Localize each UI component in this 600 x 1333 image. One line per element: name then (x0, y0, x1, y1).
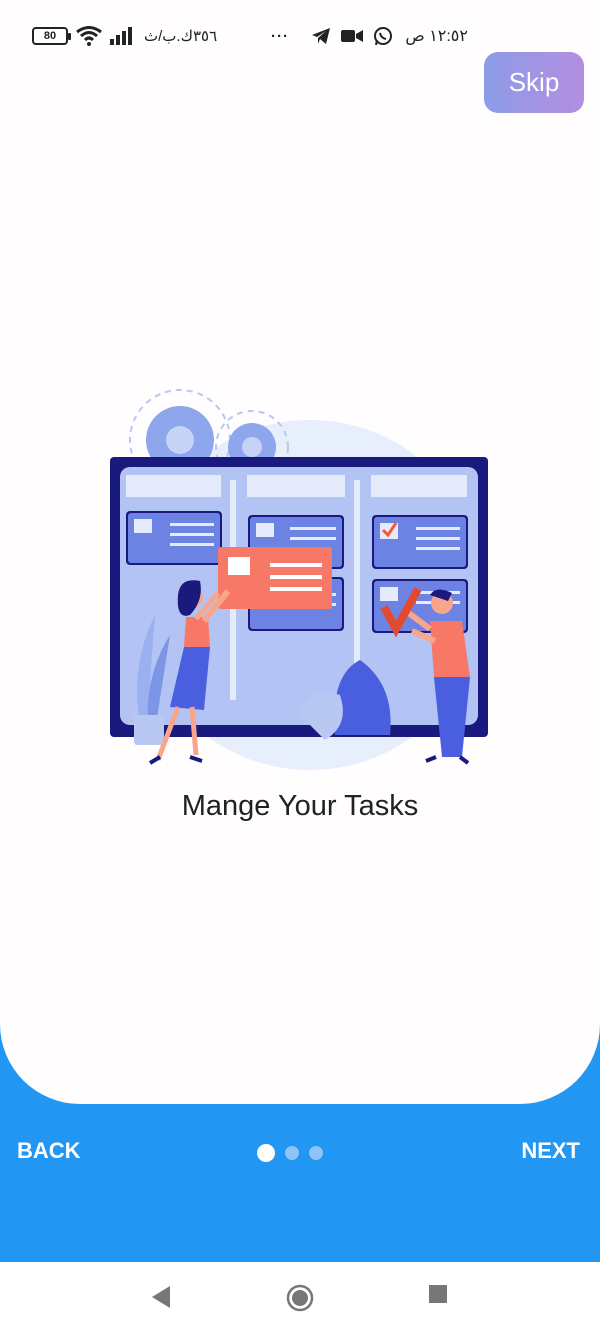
page-indicator (257, 1144, 323, 1162)
status-left-group: 80 ٣٥٦ك.ب/ث (32, 22, 217, 50)
whatsapp-icon (374, 27, 392, 46)
network-speed: ٣٥٦ك.ب/ث (144, 28, 218, 45)
system-nav-bar (0, 1262, 600, 1333)
back-triangle-icon[interactable] (150, 1284, 172, 1310)
page-dot-2[interactable] (285, 1146, 299, 1160)
more-indicator: ··· (271, 27, 289, 45)
wifi-icon (76, 26, 102, 46)
page-dot-3[interactable] (309, 1146, 323, 1160)
task-board-illustration (110, 389, 488, 770)
back-button[interactable]: BACK (17, 1138, 81, 1164)
battery-icon: 80 (32, 27, 71, 45)
next-button[interactable]: NEXT (521, 1138, 580, 1164)
telegram-icon (312, 28, 330, 44)
page-title: Mange Your Tasks (181, 790, 419, 822)
signal-icon (110, 27, 132, 45)
clock: ١٢:٥٢ ص (405, 28, 468, 45)
status-right-group: ··· (271, 22, 393, 50)
video-icon (341, 30, 363, 42)
home-circle-icon[interactable] (286, 1284, 314, 1312)
page-dot-1[interactable] (257, 1144, 275, 1162)
recents-square-icon[interactable] (428, 1284, 448, 1304)
skip-button[interactable]: Skip (484, 52, 584, 113)
